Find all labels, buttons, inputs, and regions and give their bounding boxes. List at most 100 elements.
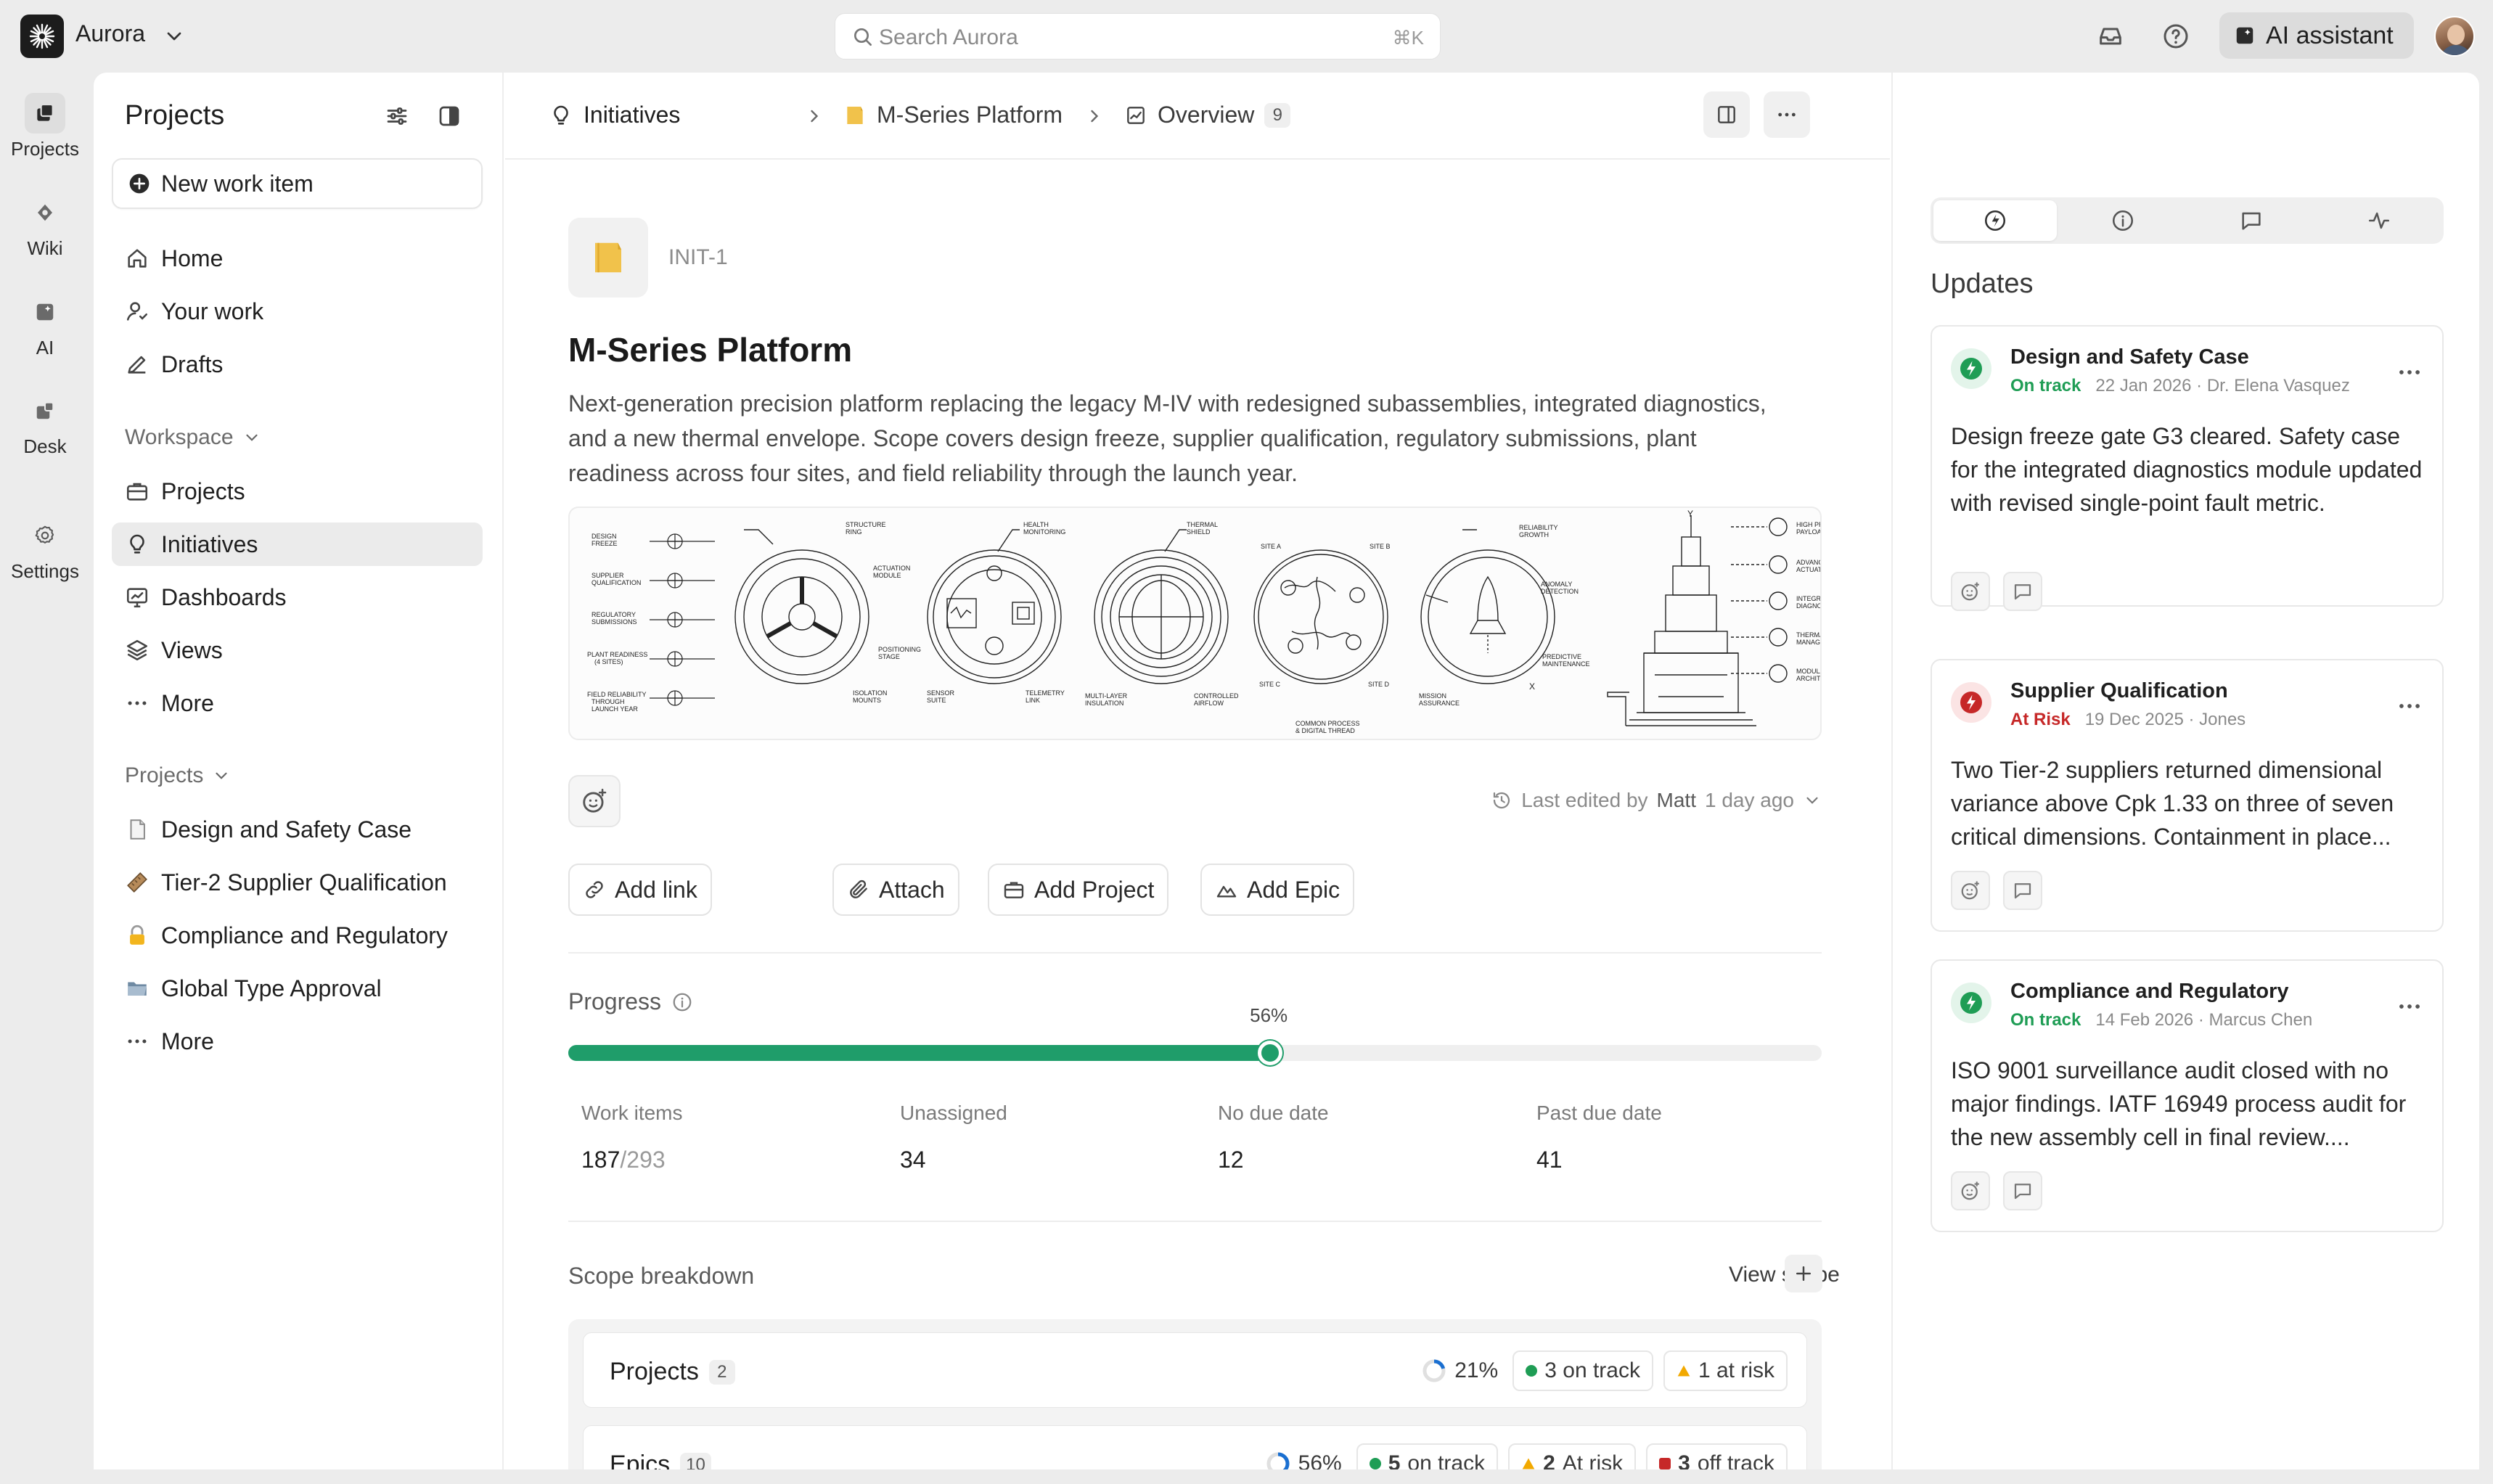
add-epic-button[interactable]: Add Epic [1200, 864, 1355, 916]
svg-text:SITE C: SITE C [1259, 681, 1281, 688]
ellipsis-icon[interactable] [2396, 993, 2423, 1020]
add-project-button[interactable]: Add Project [988, 864, 1169, 916]
comment-button[interactable] [2003, 1171, 2042, 1210]
attach-button[interactable]: Attach [832, 864, 959, 916]
sidebar-item-label: Home [161, 245, 224, 271]
comment-button[interactable] [2003, 572, 2042, 611]
sidebar-toggle-icon[interactable] [436, 103, 462, 129]
sidebar-item-home[interactable]: Home [112, 237, 483, 280]
off-track-badge[interactable]: 3 off track [1646, 1443, 1788, 1469]
divider [568, 1221, 1822, 1222]
sidebar-item-dashboards[interactable]: Dashboards [112, 575, 483, 619]
sidebar-item-label: Drafts [161, 350, 224, 377]
projects-section-header[interactable]: Projects [125, 763, 231, 788]
svg-text:MANAGEMENT: MANAGEMENT [1796, 639, 1822, 646]
update-card[interactable]: Design and Safety Case On track 22 Jan 2… [1931, 325, 2444, 611]
tab-comments[interactable] [2190, 200, 2313, 241]
on-track-badge[interactable]: 5 on track [1356, 1443, 1499, 1469]
sidebar-item-drafts[interactable]: Drafts [112, 343, 483, 386]
workspace-name[interactable]: Aurora [75, 20, 145, 47]
breadcrumb-initiative[interactable]: M-Series Platform [843, 102, 1063, 128]
progress-ring-icon [1422, 1359, 1446, 1382]
initiative-title[interactable]: M-Series Platform [568, 330, 852, 369]
new-work-item-button[interactable]: New work item [112, 158, 483, 209]
settings-icon [25, 515, 65, 556]
svg-text:SUBMISSIONS: SUBMISSIONS [591, 618, 637, 626]
at-risk-badge[interactable]: 2 At risk [1508, 1443, 1637, 1469]
update-card[interactable]: Supplier Qualification At Risk 19 Dec 20… [1931, 659, 2444, 932]
info-icon[interactable] [671, 991, 693, 1013]
sidebar-item-global-type-approval[interactable]: Global Type Approval [112, 967, 483, 1010]
add-reaction-button[interactable] [1951, 572, 1990, 611]
tab-activity[interactable] [2317, 200, 2441, 241]
more-options-button[interactable] [1764, 91, 1810, 138]
rail-item-wiki[interactable]: Wiki [0, 192, 90, 260]
plus-icon [1796, 1266, 1811, 1281]
sidebar-item-supplier-qualification[interactable]: Tier-2 Supplier Qualification [112, 861, 483, 904]
ellipsis-icon[interactable] [2396, 358, 2423, 386]
aurora-logo-icon[interactable] [20, 15, 64, 58]
svg-text:INTEGRATED: INTEGRATED [1796, 595, 1822, 602]
sidebar-item-compliance-regulatory[interactable]: Compliance and Regulatory [112, 914, 483, 957]
breadcrumb-initiatives[interactable]: Initiatives [549, 102, 680, 128]
initiative-description[interactable]: Next-generation precision platform repla… [568, 386, 1802, 491]
svg-text:X: X [1529, 681, 1535, 692]
workspace-section-header[interactable]: Workspace [125, 425, 261, 450]
projects-icon [25, 93, 65, 134]
last-edited-info[interactable]: Last edited by Matt 1 day ago [1491, 789, 1822, 812]
rail-item-settings[interactable]: Settings [0, 515, 90, 583]
sidebar-item-projects-more[interactable]: More [112, 1020, 483, 1063]
sidebar-item-views[interactable]: Views [112, 628, 483, 672]
chevron-down-icon[interactable] [163, 25, 186, 48]
tab-updates[interactable] [1933, 200, 2057, 241]
avatar[interactable] [2434, 16, 2475, 57]
add-reaction-button[interactable] [568, 775, 621, 827]
off-track-label: off track [1697, 1451, 1774, 1469]
top-bar: Aurora Search Aurora ⌘K AI assistant [0, 0, 2493, 73]
rail-label: Settings [11, 560, 79, 582]
rail-item-ai[interactable]: AI [0, 292, 90, 359]
sidebar-item-more[interactable]: More [112, 681, 483, 725]
sidebar-item-projects[interactable]: Projects [112, 470, 483, 513]
sidebar-item-design-safety-case[interactable]: Design and Safety Case [112, 808, 483, 851]
user-icon [126, 302, 148, 321]
filter-settings-icon[interactable] [384, 103, 410, 129]
main-panel: Projects New work item Home Your work Dr… [94, 73, 2479, 1469]
ellipsis-icon[interactable] [2396, 692, 2423, 720]
on-track-label: on track [1407, 1451, 1486, 1469]
ai-assistant-button[interactable]: AI assistant [2219, 12, 2414, 59]
wiki-icon [25, 192, 65, 233]
svg-text:DESIGN: DESIGN [591, 533, 617, 540]
new-work-item-label: New work item [161, 170, 314, 197]
rail-item-desk[interactable]: Desk [0, 390, 90, 458]
tab-info[interactable] [2061, 200, 2185, 241]
sidebar-item-initiatives[interactable]: Initiatives [112, 522, 483, 566]
attach-label: Attach [879, 876, 945, 903]
add-scope-button[interactable] [1785, 1255, 1822, 1292]
chevron-right-icon [811, 110, 819, 123]
panel-toggle-button[interactable] [1703, 91, 1750, 138]
ai-icon [25, 292, 65, 332]
last-edited-user: Matt [1656, 789, 1696, 811]
scope-row-projects[interactable]: Projects 2 21% 3 on track 1 at risk [583, 1332, 1807, 1408]
help-icon[interactable] [2161, 22, 2190, 51]
at-risk-count: 2 [1543, 1451, 1555, 1469]
scope-row-epics[interactable]: Epics 10 56% 5 on track 2 At risk 3 off … [583, 1425, 1807, 1469]
add-reaction-button[interactable] [1951, 1171, 1990, 1210]
sidebar-item-your-work[interactable]: Your work [112, 290, 483, 333]
add-link-button[interactable]: Add link [568, 864, 712, 916]
search-input[interactable]: Search Aurora ⌘K [835, 13, 1441, 60]
on-track-badge[interactable]: 3 on track [1512, 1350, 1653, 1391]
add-reaction-button[interactable] [1951, 871, 1990, 910]
rail-item-projects[interactable]: Projects [0, 93, 90, 160]
progress-handle[interactable] [1258, 1041, 1283, 1065]
update-title: Supplier Qualification [2010, 679, 2228, 702]
update-card[interactable]: Compliance and Regulatory On track 14 Fe… [1931, 959, 2444, 1232]
inbox-icon[interactable] [2096, 22, 2125, 51]
initiative-icon[interactable] [568, 218, 648, 298]
breadcrumb-overview[interactable]: Overview 9 [1124, 102, 1291, 128]
comment-button[interactable] [2003, 871, 2042, 910]
at-risk-badge[interactable]: 1 at risk [1663, 1350, 1788, 1391]
ellipsis-icon [128, 701, 147, 705]
smiley-plus-icon [1961, 881, 1979, 900]
